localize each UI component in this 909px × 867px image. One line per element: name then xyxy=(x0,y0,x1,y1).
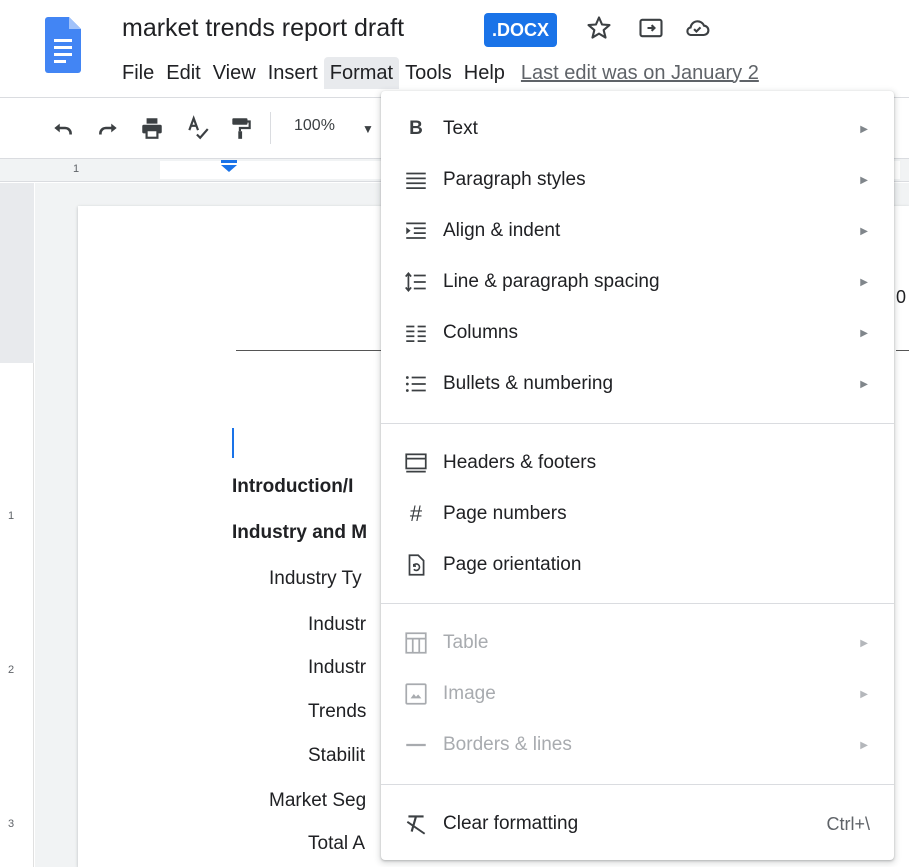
format-menu-columns[interactable]: Columns ▶ xyxy=(381,310,894,356)
menu-item-label: Image xyxy=(443,683,496,704)
toc-line[interactable]: Industry and M xyxy=(232,522,367,544)
align-indent-icon xyxy=(406,222,426,239)
menu-view[interactable]: View xyxy=(207,57,262,89)
menu-tools[interactable]: Tools xyxy=(399,57,458,89)
format-menu-clear-formatting[interactable]: Clear formatting Ctrl+\ xyxy=(381,801,894,847)
undo-icon[interactable] xyxy=(50,115,76,141)
line-spacing-icon xyxy=(405,271,426,293)
ruler-number: 1 xyxy=(73,163,80,175)
indent-marker-icon[interactable] xyxy=(220,160,238,172)
toolbar-separator xyxy=(270,112,271,144)
menu-item-label: Clear formatting xyxy=(443,813,579,834)
menu-item-label: Headers & footers xyxy=(443,452,597,473)
format-menu-bullets[interactable]: Bullets & numbering ▶ xyxy=(381,361,894,407)
format-menu-page-orientation[interactable]: Page orientation xyxy=(381,542,894,588)
submenu-arrow-icon: ▶ xyxy=(860,225,868,237)
submenu-arrow-icon: ▶ xyxy=(860,688,868,700)
submenu-arrow-icon: ▶ xyxy=(860,174,868,186)
google-docs-logo-icon[interactable] xyxy=(45,17,81,73)
menu-insert[interactable]: Insert xyxy=(262,57,324,89)
headers-footers-icon xyxy=(405,453,427,473)
clear-formatting-icon xyxy=(406,815,426,835)
toc-line[interactable]: Trends xyxy=(308,701,366,723)
zoom-caret-icon[interactable]: ▼ xyxy=(362,122,374,136)
last-edit-link[interactable]: Last edit was on January 2 xyxy=(521,62,759,85)
menu-item-label: Page numbers xyxy=(443,503,567,524)
bold-icon: B xyxy=(409,118,423,139)
toc-line[interactable]: Industr xyxy=(308,614,366,636)
format-menu-borders-lines: Borders & lines ▶ xyxy=(381,722,894,768)
docs-header: market trends report draft .DOCX File Ed… xyxy=(0,0,909,98)
toc-line[interactable]: Total A xyxy=(308,833,365,855)
ruler-number: 3 xyxy=(8,818,15,830)
format-menu-paragraph-styles[interactable]: Paragraph styles ▶ xyxy=(381,157,894,203)
toc-line[interactable]: Market Seg xyxy=(269,790,366,812)
submenu-arrow-icon: ▶ xyxy=(860,327,868,339)
keyboard-shortcut: Ctrl+\ xyxy=(826,813,870,834)
menu-separator xyxy=(381,603,894,604)
menu-item-label: Borders & lines xyxy=(443,734,572,755)
move-to-folder-icon[interactable] xyxy=(637,14,665,42)
menu-item-label: Line & paragraph spacing xyxy=(443,271,660,292)
menu-item-label: Page orientation xyxy=(443,554,582,575)
paint-format-icon[interactable] xyxy=(228,115,254,141)
submenu-arrow-icon: ▶ xyxy=(860,739,868,751)
image-icon xyxy=(405,683,427,705)
page-orientation-icon xyxy=(408,554,425,576)
format-menu-line-spacing[interactable]: Line & paragraph spacing ▶ xyxy=(381,259,894,305)
cut-off-text: 0 xyxy=(896,287,907,307)
redo-icon[interactable] xyxy=(95,115,121,141)
horizontal-rule xyxy=(236,350,386,351)
document-title[interactable]: market trends report draft xyxy=(122,14,404,43)
cloud-saved-icon[interactable] xyxy=(683,14,711,42)
menu-item-label: Table xyxy=(443,632,489,653)
columns-icon xyxy=(406,325,426,342)
paragraph-styles-icon xyxy=(406,172,426,189)
format-menu-align-indent[interactable]: Align & indent ▶ xyxy=(381,208,894,254)
format-menu-image: Image ▶ xyxy=(381,671,894,717)
zoom-select[interactable]: 100% xyxy=(294,117,335,135)
menu-file[interactable]: File xyxy=(116,57,160,89)
text-cursor xyxy=(232,428,234,458)
print-icon[interactable] xyxy=(139,115,165,141)
menu-item-label: Paragraph styles xyxy=(443,169,586,190)
spellcheck-icon[interactable] xyxy=(185,115,211,141)
table-icon xyxy=(405,632,427,654)
menu-separator xyxy=(381,423,894,424)
hash-icon: # xyxy=(409,501,423,526)
format-menu-text[interactable]: B Text ▶ xyxy=(381,106,894,152)
ruler-number: 2 xyxy=(8,664,15,676)
menu-item-label: Text xyxy=(443,118,478,139)
toc-line[interactable]: Industry Ty xyxy=(269,568,362,590)
format-menu-headers-footers[interactable]: Headers & footers xyxy=(381,440,894,486)
submenu-arrow-icon: ▶ xyxy=(860,378,868,390)
star-icon[interactable] xyxy=(585,14,613,42)
menu-bar: File Edit View Insert Format Tools Help … xyxy=(116,57,759,89)
ruler-margin-area xyxy=(0,183,34,363)
menu-item-label: Bullets & numbering xyxy=(443,373,614,394)
toc-line[interactable]: Introduction/I xyxy=(232,476,353,498)
bullets-icon xyxy=(405,376,426,392)
menu-help[interactable]: Help xyxy=(458,57,511,89)
vertical-ruler[interactable] xyxy=(0,183,34,867)
submenu-arrow-icon: ▶ xyxy=(860,637,868,649)
toc-line[interactable]: Industr xyxy=(308,657,366,679)
menu-item-label: Align & indent xyxy=(443,220,561,241)
borders-lines-icon xyxy=(406,743,426,747)
ruler-number: 1 xyxy=(8,510,15,522)
menu-item-label: Columns xyxy=(443,322,518,343)
format-menu-table: Table ▶ xyxy=(381,620,894,666)
menu-edit[interactable]: Edit xyxy=(160,57,206,89)
horizontal-rule xyxy=(896,350,909,351)
menu-separator xyxy=(381,784,894,785)
menu-format[interactable]: Format xyxy=(323,57,400,89)
toc-line[interactable]: Stabilit xyxy=(308,745,365,767)
file-format-badge: .DOCX xyxy=(484,13,558,47)
format-menu-page-numbers[interactable]: # Page numbers xyxy=(381,491,894,537)
submenu-arrow-icon: ▶ xyxy=(860,276,868,288)
submenu-arrow-icon: ▶ xyxy=(860,123,868,135)
